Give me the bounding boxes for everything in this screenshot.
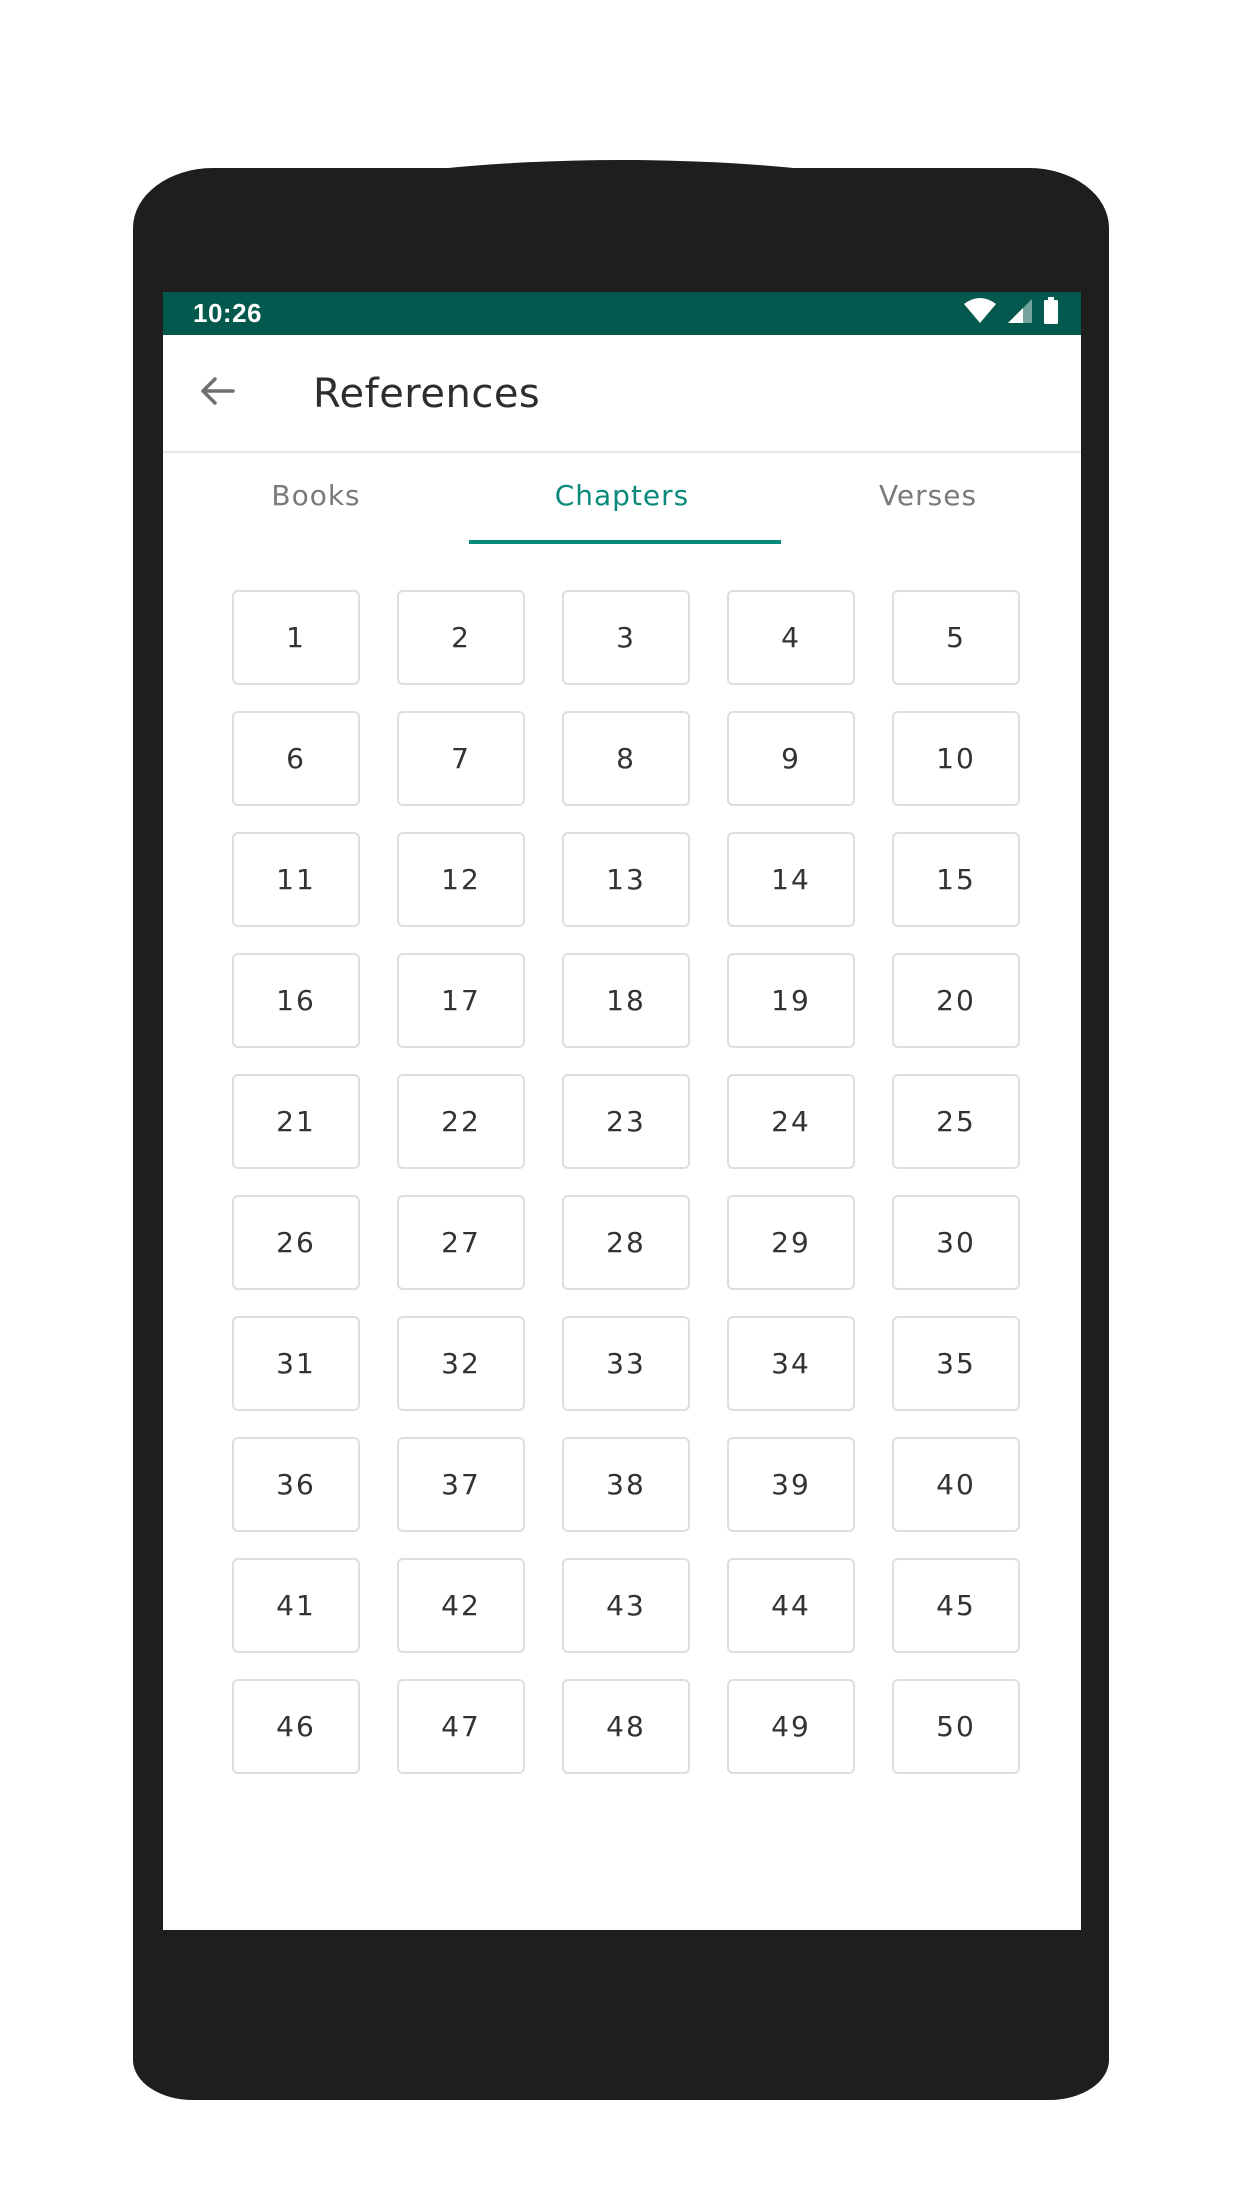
chapter-button[interactable]: 17 (397, 953, 525, 1048)
chapter-button[interactable]: 37 (397, 1437, 525, 1532)
chapter-button[interactable]: 14 (727, 832, 855, 927)
chapter-button[interactable]: 50 (892, 1679, 1020, 1774)
device-mockup: 10:26 References Books Chapters Verses 1… (0, 0, 1242, 2208)
chapter-button[interactable]: 49 (727, 1679, 855, 1774)
battery-icon (1043, 297, 1059, 329)
chapter-button[interactable]: 5 (892, 590, 1020, 685)
chapter-button[interactable]: 18 (562, 953, 690, 1048)
chapter-button[interactable]: 8 (562, 711, 690, 806)
chapter-button[interactable]: 26 (232, 1195, 360, 1290)
chapter-button[interactable]: 29 (727, 1195, 855, 1290)
chapter-button[interactable]: 11 (232, 832, 360, 927)
chapter-button[interactable]: 43 (562, 1558, 690, 1653)
chapter-button[interactable]: 10 (892, 711, 1020, 806)
chapter-button[interactable]: 39 (727, 1437, 855, 1532)
chapter-button[interactable]: 23 (562, 1074, 690, 1169)
active-tab-indicator (469, 540, 781, 544)
chapter-button[interactable]: 15 (892, 832, 1020, 927)
status-bar: 10:26 (163, 292, 1081, 335)
tab-verses[interactable]: Verses (775, 453, 1081, 543)
chapter-button[interactable]: 45 (892, 1558, 1020, 1653)
back-button[interactable] (193, 369, 241, 417)
signal-icon (1007, 298, 1033, 328)
chapter-button[interactable]: 6 (232, 711, 360, 806)
chapter-button[interactable]: 31 (232, 1316, 360, 1411)
chapter-button[interactable]: 42 (397, 1558, 525, 1653)
chapter-button[interactable]: 46 (232, 1679, 360, 1774)
chapter-button[interactable]: 20 (892, 953, 1020, 1048)
chapter-button[interactable]: 32 (397, 1316, 525, 1411)
chapter-button[interactable]: 9 (727, 711, 855, 806)
chapter-button[interactable]: 35 (892, 1316, 1020, 1411)
chapter-button[interactable]: 40 (892, 1437, 1020, 1532)
chapter-button[interactable]: 28 (562, 1195, 690, 1290)
tab-books[interactable]: Books (163, 453, 469, 543)
chapter-button[interactable]: 33 (562, 1316, 690, 1411)
chapter-button[interactable]: 13 (562, 832, 690, 927)
chapter-button[interactable]: 48 (562, 1679, 690, 1774)
tab-bar: Books Chapters Verses (163, 453, 1081, 543)
status-icons (963, 297, 1059, 329)
chapter-button[interactable]: 30 (892, 1195, 1020, 1290)
chapter-button[interactable]: 2 (397, 590, 525, 685)
chapter-button[interactable]: 24 (727, 1074, 855, 1169)
wifi-icon (963, 298, 997, 328)
chapter-button[interactable]: 3 (562, 590, 690, 685)
chapter-button[interactable]: 44 (727, 1558, 855, 1653)
chapter-button[interactable]: 19 (727, 953, 855, 1048)
app-bar: References (163, 335, 1081, 453)
chapter-grid: 1 2 3 4 5 6 7 8 9 10 11 12 13 14 15 16 17 18 19 20 21 22 23 24 2… (232, 590, 1020, 1774)
chapter-button[interactable]: 41 (232, 1558, 360, 1653)
page-title: References (313, 371, 541, 417)
chapter-button[interactable]: 27 (397, 1195, 525, 1290)
app-screen: 10:26 References Books Chapters Verses 1… (163, 292, 1081, 1930)
chapter-button[interactable]: 16 (232, 953, 360, 1048)
chapter-button[interactable]: 36 (232, 1437, 360, 1532)
chapter-button[interactable]: 7 (397, 711, 525, 806)
chapter-button[interactable]: 12 (397, 832, 525, 927)
chapter-button[interactable]: 47 (397, 1679, 525, 1774)
chapter-button[interactable]: 38 (562, 1437, 690, 1532)
chapter-button[interactable]: 25 (892, 1074, 1020, 1169)
chapter-button[interactable]: 21 (232, 1074, 360, 1169)
chapter-button[interactable]: 34 (727, 1316, 855, 1411)
chapter-button[interactable]: 22 (397, 1074, 525, 1169)
chapter-button[interactable]: 4 (727, 590, 855, 685)
tab-chapters[interactable]: Chapters (469, 453, 775, 543)
chapter-button[interactable]: 1 (232, 590, 360, 685)
arrow-left-icon (197, 371, 237, 415)
status-time: 10:26 (193, 298, 262, 328)
